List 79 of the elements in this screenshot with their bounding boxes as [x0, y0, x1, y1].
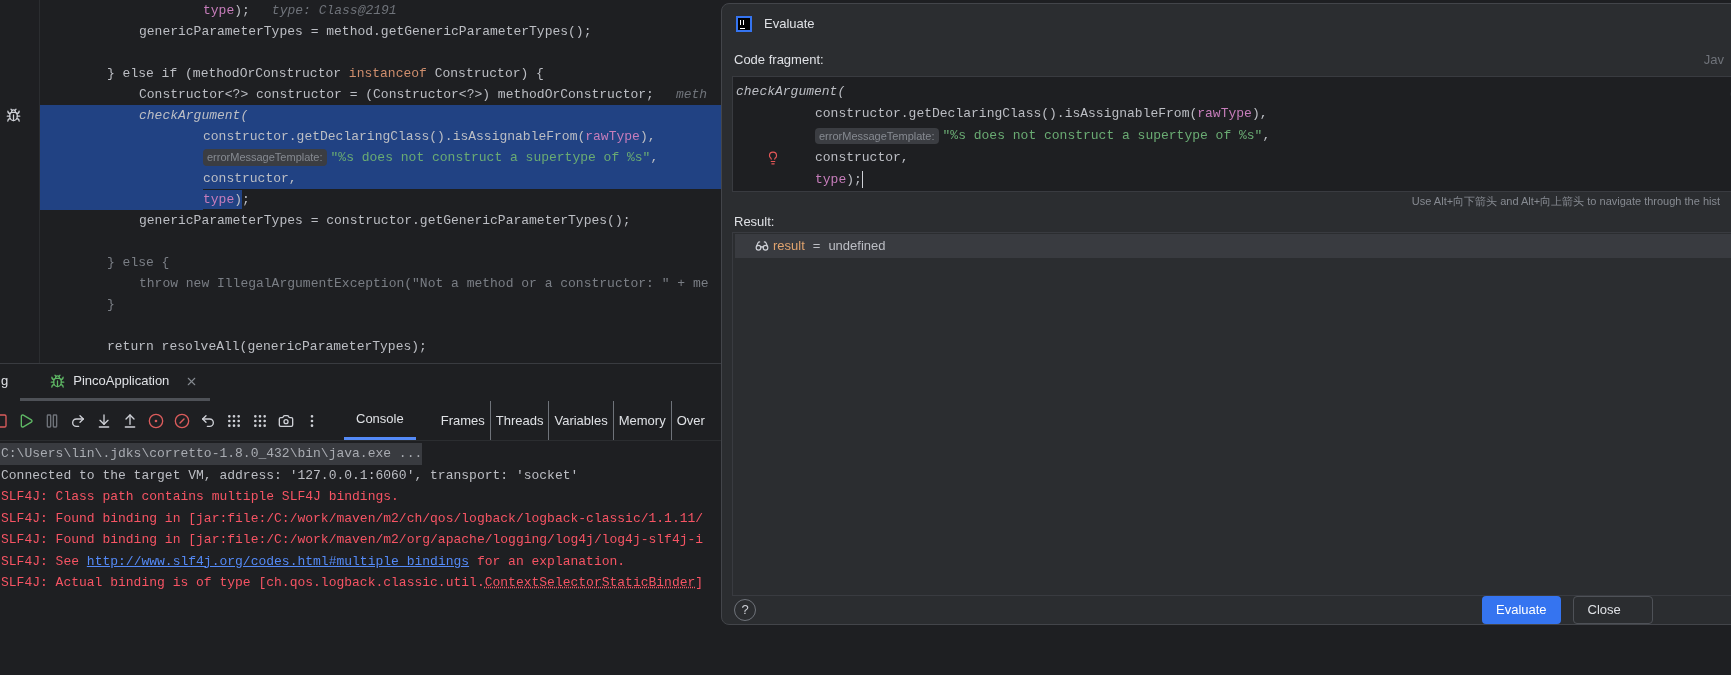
- code-token: "%s does not construct a supertype of %s": [942, 127, 1263, 145]
- field-label: Code fragment:: [734, 51, 824, 70]
- code-token: type: [203, 1, 235, 20]
- resume-icon[interactable]: [18, 412, 34, 429]
- code-token: ;: [242, 190, 250, 209]
- bug-icon: [50, 373, 66, 389]
- code-token: rawType: [585, 127, 640, 146]
- camera-icon[interactable]: [278, 412, 294, 429]
- code-token: ): [234, 189, 243, 210]
- code-token: return resolveAll(genericParameterTypes);: [107, 337, 427, 356]
- console-text: Connected to the target VM, address: '127.0.0.1:6060', transport: 'socket': [1, 466, 579, 485]
- inline-value-hint: type: Class@2191: [271, 1, 397, 20]
- console-link[interactable]: http://www.slf4j.org/codes.html#multiple_bindings: [86, 551, 470, 571]
- glasses-icon: [755, 239, 769, 254]
- code-token: constructor.getDeclaringClass().isAssignableFrom(: [203, 127, 586, 146]
- history-hint: Use Alt+向下箭头 and Alt+向上箭头 to navigate through the hist: [1411, 194, 1720, 210]
- view-tab[interactable]: Frames: [435, 401, 490, 440]
- console-text: C:\Users\lin\.jdks\corretto-1.8.0_432\bin\java.exe ...: [1, 445, 423, 463]
- view-tab[interactable]: Over: [670, 401, 710, 440]
- mute-breakpoints-icon[interactable]: [174, 412, 190, 429]
- code-token: ,: [650, 148, 659, 167]
- code-token: constructor,: [815, 149, 909, 167]
- reset-frame-icon[interactable]: [200, 412, 216, 429]
- code-token: instanceof: [348, 64, 427, 83]
- console-text: ]: [695, 574, 704, 592]
- step-into-icon[interactable]: [96, 412, 112, 429]
- code-token: Constructor<?> constructor = (Constructor<?>) methodOrConstructor;: [139, 85, 654, 104]
- view-tab[interactable]: Console: [344, 401, 416, 440]
- text-cursor: [861, 171, 863, 189]
- code-token: "%s does not construct a supertype of %s": [330, 148, 651, 167]
- code-token: ),: [1251, 105, 1268, 123]
- code-fragment-editor[interactable]: checkArgument( constructor.getDeclaringClass().isAssignableFrom(rawType), errorMessageTemplate: "%s does not construct a supertype of %s", constructor, type);: [732, 75, 1731, 193]
- error-bulb-icon[interactable]: [766, 150, 780, 165]
- breakpoints-icon[interactable]: [148, 412, 164, 429]
- code-token: } else if (: [107, 64, 193, 83]
- code-token: rawType: [1197, 105, 1252, 123]
- console-text: SLF4J: Found binding in [jar:file:/C:/work/maven/m2/ch/qos/logback/logback-classic/1.1.11/: [1, 509, 704, 528]
- step-out-icon[interactable]: [122, 412, 138, 429]
- console-text: SLF4J: See: [1, 552, 80, 571]
- debugger-icon: [6, 108, 21, 123]
- code-token: ),: [639, 127, 656, 146]
- code-token: Constructor) {: [433, 64, 544, 83]
- step-over-icon[interactable]: [70, 412, 86, 429]
- console-text: SLF4J: Found binding in [jar:file:/C:/work/maven/m2/org/apache/logging/log4j/log4j-slf4j-i: [1, 531, 704, 549]
- close-button[interactable]: Close: [1572, 596, 1653, 624]
- code-token: type: [815, 171, 847, 189]
- code-token: }: [107, 295, 115, 314]
- dialog-title: Evaluate: [764, 15, 815, 34]
- debug-tab[interactable]: PincoApplication: [20, 364, 211, 401]
- parameter-hint: errorMessageTemplate:: [203, 149, 327, 166]
- field-label: Result:: [734, 212, 775, 231]
- language-label: Jav: [1703, 51, 1724, 70]
- view-tab[interactable]: Memory: [612, 401, 671, 440]
- code-token: type: [203, 189, 235, 210]
- console-text: ContextSelectorStaticBinder: [484, 574, 696, 592]
- code-token: constructor,: [203, 169, 297, 188]
- result-row[interactable]: result = undefined: [735, 234, 1731, 259]
- code-token: genericParameterTypes = method.getGenericParameterTypes();: [139, 22, 592, 41]
- code-token: } else {: [107, 253, 170, 272]
- code-token: checkArgument(: [736, 83, 846, 101]
- view-tab[interactable]: Threads: [489, 401, 549, 440]
- parameter-hint: errorMessageTemplate:: [815, 127, 939, 144]
- evaluate-button[interactable]: Evaluate: [1482, 596, 1561, 624]
- code-token: );: [234, 1, 250, 20]
- code-token: methodOrConstructor: [192, 64, 343, 83]
- inline-value-hint: meth: [675, 85, 708, 104]
- code-token: constructor.getDeclaringClass().isAssignableFrom(: [815, 105, 1198, 123]
- code-token: genericParameterTypes = constructor.getGenericParameterTypes();: [139, 211, 631, 230]
- view-tab[interactable]: Variables: [548, 401, 613, 440]
- code-token: throw new IllegalArgumentException("Not a method or a constructor: " + me: [139, 274, 709, 293]
- console-text: SLF4J: Class path contains multiple SLF4J bindings.: [1, 488, 399, 506]
- app-logo-icon: [736, 15, 752, 32]
- code-token: checkArgument(: [139, 106, 249, 125]
- debug-tab[interactable]: g: [0, 364, 21, 401]
- code-token: ,: [1262, 127, 1271, 145]
- pause-icon[interactable]: [44, 412, 60, 429]
- console-text: for an explanation.: [475, 552, 626, 571]
- code-token: );: [846, 171, 862, 189]
- console-text: SLF4J: Actual binding is of type [ch.qos.logback.classic.util.: [1, 574, 485, 592]
